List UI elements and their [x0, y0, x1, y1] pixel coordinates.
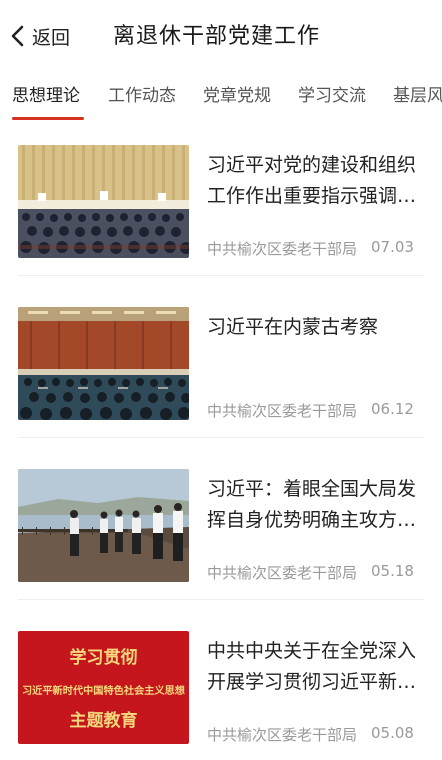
- category-tabs: 思想理论 工作动态 党章党规 学习交流 基层风: [0, 72, 442, 122]
- top-nav-bar: 返回 离退休干部党建工作: [0, 0, 442, 72]
- tab-party-rules[interactable]: 党章党规: [203, 81, 271, 106]
- tab-work-news[interactable]: 工作动态: [108, 81, 176, 106]
- tab-grassroots-style[interactable]: 基层风: [393, 81, 442, 106]
- article-item[interactable]: 学习贯彻 习近平新时代中国特色社会主义思想 主题教育 中共中央关于在全党深入开展…: [0, 614, 442, 760]
- article-source: 中共榆次区委老干部局: [207, 564, 358, 582]
- active-tab-indicator: [12, 117, 84, 120]
- page-title: 离退休干部党建工作: [113, 24, 321, 49]
- article-date: 05.08: [371, 724, 414, 742]
- article-thumbnail: [18, 307, 189, 420]
- article-thumbnail: [18, 145, 189, 258]
- article-date: 07.03: [371, 238, 414, 256]
- article-title: 习近平在内蒙古考察: [207, 316, 379, 338]
- article-title: 中共中央关于在全党深入开展学习贯彻习近平新…: [207, 640, 417, 693]
- article-title: 习近平：着眼全国大局发挥自身优势明确主攻方…: [207, 478, 417, 531]
- article-source: 中共榆次区委老干部局: [207, 402, 358, 420]
- article-source: 中共榆次区委老干部局: [207, 240, 358, 258]
- list-divider: [18, 275, 424, 276]
- article-thumbnail: [18, 469, 189, 582]
- article-thumbnail: 学习贯彻 习近平新时代中国特色社会主义思想 主题教育: [18, 631, 189, 744]
- riverside-inspection-photo: [18, 469, 189, 582]
- article-date: 06.12: [371, 400, 414, 418]
- meeting-hall-photo: [18, 145, 189, 258]
- red-banner-poster: 学习贯彻 习近平新时代中国特色社会主义思想 主题教育: [18, 631, 189, 744]
- poster-line-1: 学习贯彻: [70, 647, 138, 668]
- tab-thought-theory[interactable]: 思想理论: [12, 81, 80, 106]
- chevron-left-icon: [11, 25, 24, 47]
- article-item[interactable]: 习近平在内蒙古考察 中共榆次区委老干部局 06.12: [0, 290, 442, 438]
- article-date: 05.18: [371, 562, 414, 580]
- tab-study-exchange[interactable]: 学习交流: [298, 81, 366, 106]
- article-source: 中共榆次区委老干部局: [207, 726, 358, 744]
- article-title: 习近平对党的建设和组织工作作出重要指示强调…: [207, 154, 417, 207]
- list-divider: [18, 599, 424, 600]
- article-item[interactable]: 习近平：着眼全国大局发挥自身优势明确主攻方… 中共榆次区委老干部局 05.18: [0, 452, 442, 600]
- list-divider: [18, 437, 424, 438]
- conference-room-photo: [18, 307, 189, 420]
- back-button[interactable]: 返回: [8, 20, 70, 52]
- back-label: 返回: [32, 26, 71, 49]
- poster-line-2: 习近平新时代中国特色社会主义思想: [22, 684, 185, 697]
- poster-line-3: 主题教育: [70, 710, 138, 731]
- article-item[interactable]: 习近平对党的建设和组织工作作出重要指示强调… 中共榆次区委老干部局 07.03: [0, 128, 442, 276]
